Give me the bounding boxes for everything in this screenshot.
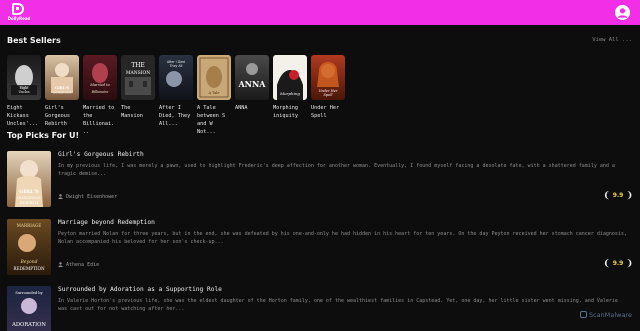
- pick-item[interactable]: Surrounded by ADORATION Surrounded by Ad…: [7, 286, 633, 331]
- svg-text:Spell: Spell: [324, 93, 333, 97]
- rating-value: 9.9: [612, 192, 624, 199]
- book-cover[interactable]: Married to Billionaire: [83, 55, 117, 100]
- svg-text:THE: THE: [131, 62, 145, 69]
- pick-author: Dwight Eisenhower: [58, 194, 117, 200]
- book-card[interactable]: GIRL'S GORGEOUS Girl's Gorgeous Rebirth: [45, 55, 79, 128]
- book-title: Under Her Spell: [311, 105, 340, 119]
- laurel-left-icon: ❨: [603, 191, 611, 201]
- book-card[interactable]: Under Her Spell Under Her Spell: [311, 55, 345, 120]
- laurel-right-icon: ❩: [625, 191, 633, 201]
- watermark: ScanMalware: [579, 311, 632, 319]
- svg-text:Beyond: Beyond: [19, 259, 37, 265]
- book-cover[interactable]: Eight Uncles: [7, 55, 41, 100]
- pick-description: Peyton married Nolan for three years, bu…: [58, 231, 627, 245]
- book-cover[interactable]: Morphing: [273, 55, 307, 100]
- book-cover[interactable]: THE MANSION: [121, 55, 155, 100]
- svg-text:Uncles: Uncles: [18, 90, 29, 94]
- svg-text:REBIRTH: REBIRTH: [20, 200, 39, 205]
- book-title: Married to the Billionai...: [83, 105, 115, 135]
- svg-text:GORGEOUS: GORGEOUS: [53, 91, 72, 95]
- svg-text:A Tale: A Tale: [208, 91, 220, 95]
- book-cover[interactable]: GIRL'S GORGEOUS: [45, 55, 79, 100]
- pick-title[interactable]: Surrounded by Adoration as a Supporting …: [58, 286, 222, 293]
- book-card[interactable]: Eight Uncles Eight Kickass Uncles'...: [7, 55, 41, 128]
- user-icon: [58, 194, 63, 199]
- book-title: Eight Kickass Uncles'...: [7, 105, 39, 127]
- svg-text:Morphing: Morphing: [279, 91, 300, 96]
- svg-text:Married to: Married to: [89, 83, 110, 87]
- pick-description: In Valerie Horton's previous life, she w…: [58, 298, 618, 312]
- profile-avatar-button[interactable]: [615, 5, 630, 20]
- svg-text:ANNA: ANNA: [237, 79, 266, 89]
- shield-icon: [579, 311, 587, 318]
- pick-item[interactable]: MARRIAGE Beyond REDEMPTION Marriage beyo…: [7, 219, 633, 279]
- svg-text:Surrounded by: Surrounded by: [15, 291, 43, 295]
- book-title: A Tale between S and W Not...: [197, 105, 226, 135]
- book-card[interactable]: After I Died They All After I Died, They…: [159, 55, 193, 128]
- book-card[interactable]: Married to Billionaire Married to the Bi…: [83, 55, 117, 136]
- brand-name: DollyRead: [7, 16, 31, 21]
- book-cover[interactable]: Under Her Spell: [311, 55, 345, 100]
- svg-text:They All: They All: [169, 64, 183, 68]
- pick-author: Athena Edie: [58, 262, 99, 268]
- user-icon: [58, 262, 63, 267]
- svg-text:GIRL'S: GIRL'S: [55, 86, 69, 90]
- pick-title[interactable]: Marriage beyond Redemption: [58, 219, 155, 226]
- pick-title[interactable]: Girl's Gorgeous Rebirth: [58, 151, 144, 158]
- book-cover[interactable]: GIRL'S GORGEOUS REBIRTH: [7, 151, 51, 207]
- book-card[interactable]: ANNA ANNA: [235, 55, 269, 112]
- svg-text:MANSION: MANSION: [126, 70, 150, 76]
- book-cover[interactable]: ANNA: [235, 55, 269, 100]
- rating-badge: ❨ 9.9 ❩: [603, 191, 633, 201]
- book-title: Morphing iniquity: [273, 105, 298, 119]
- book-cover[interactable]: A Tale: [197, 55, 231, 100]
- book-cover[interactable]: After I Died They All: [159, 55, 193, 100]
- svg-text:MARRIAGE: MARRIAGE: [17, 223, 42, 228]
- book-d-logo-icon: [12, 3, 24, 15]
- book-title: Girl's Gorgeous Rebirth: [45, 105, 70, 127]
- svg-text:REDEMPTION: REDEMPTION: [13, 266, 45, 271]
- book-card[interactable]: Morphing Morphing iniquity: [273, 55, 307, 120]
- book-title: ANNA: [235, 105, 248, 111]
- pick-item[interactable]: GIRL'S GORGEOUS REBIRTH Girl's Gorgeous …: [7, 151, 633, 211]
- view-all-link[interactable]: View All ...: [592, 37, 632, 43]
- svg-text:Billionaire: Billionaire: [91, 90, 109, 94]
- top-picks-title: Top Picks For U!: [7, 131, 80, 140]
- rating-value: 9.9: [612, 260, 624, 267]
- rating-badge: ❨ 9.9 ❩: [603, 259, 633, 269]
- book-title: After I Died, They All...: [159, 105, 191, 127]
- best-sellers-title: Best Sellers: [7, 36, 61, 45]
- svg-text:ADORATION: ADORATION: [11, 322, 46, 328]
- user-avatar-icon: [615, 5, 630, 20]
- book-title: The Mansion: [121, 105, 143, 119]
- pick-description: In my previous life, I was merely a pawn…: [58, 163, 615, 177]
- book-cover[interactable]: Surrounded by ADORATION: [7, 286, 51, 331]
- laurel-right-icon: ❩: [625, 259, 633, 269]
- laurel-left-icon: ❨: [603, 259, 611, 269]
- book-card[interactable]: THE MANSION The Mansion: [121, 55, 155, 120]
- book-cover[interactable]: MARRIAGE Beyond REDEMPTION: [7, 219, 51, 275]
- book-card[interactable]: A Tale A Tale between S and W Not...: [197, 55, 231, 136]
- app-logo[interactable]: DollyRead: [7, 3, 31, 23]
- top-bar: DollyRead: [0, 0, 640, 25]
